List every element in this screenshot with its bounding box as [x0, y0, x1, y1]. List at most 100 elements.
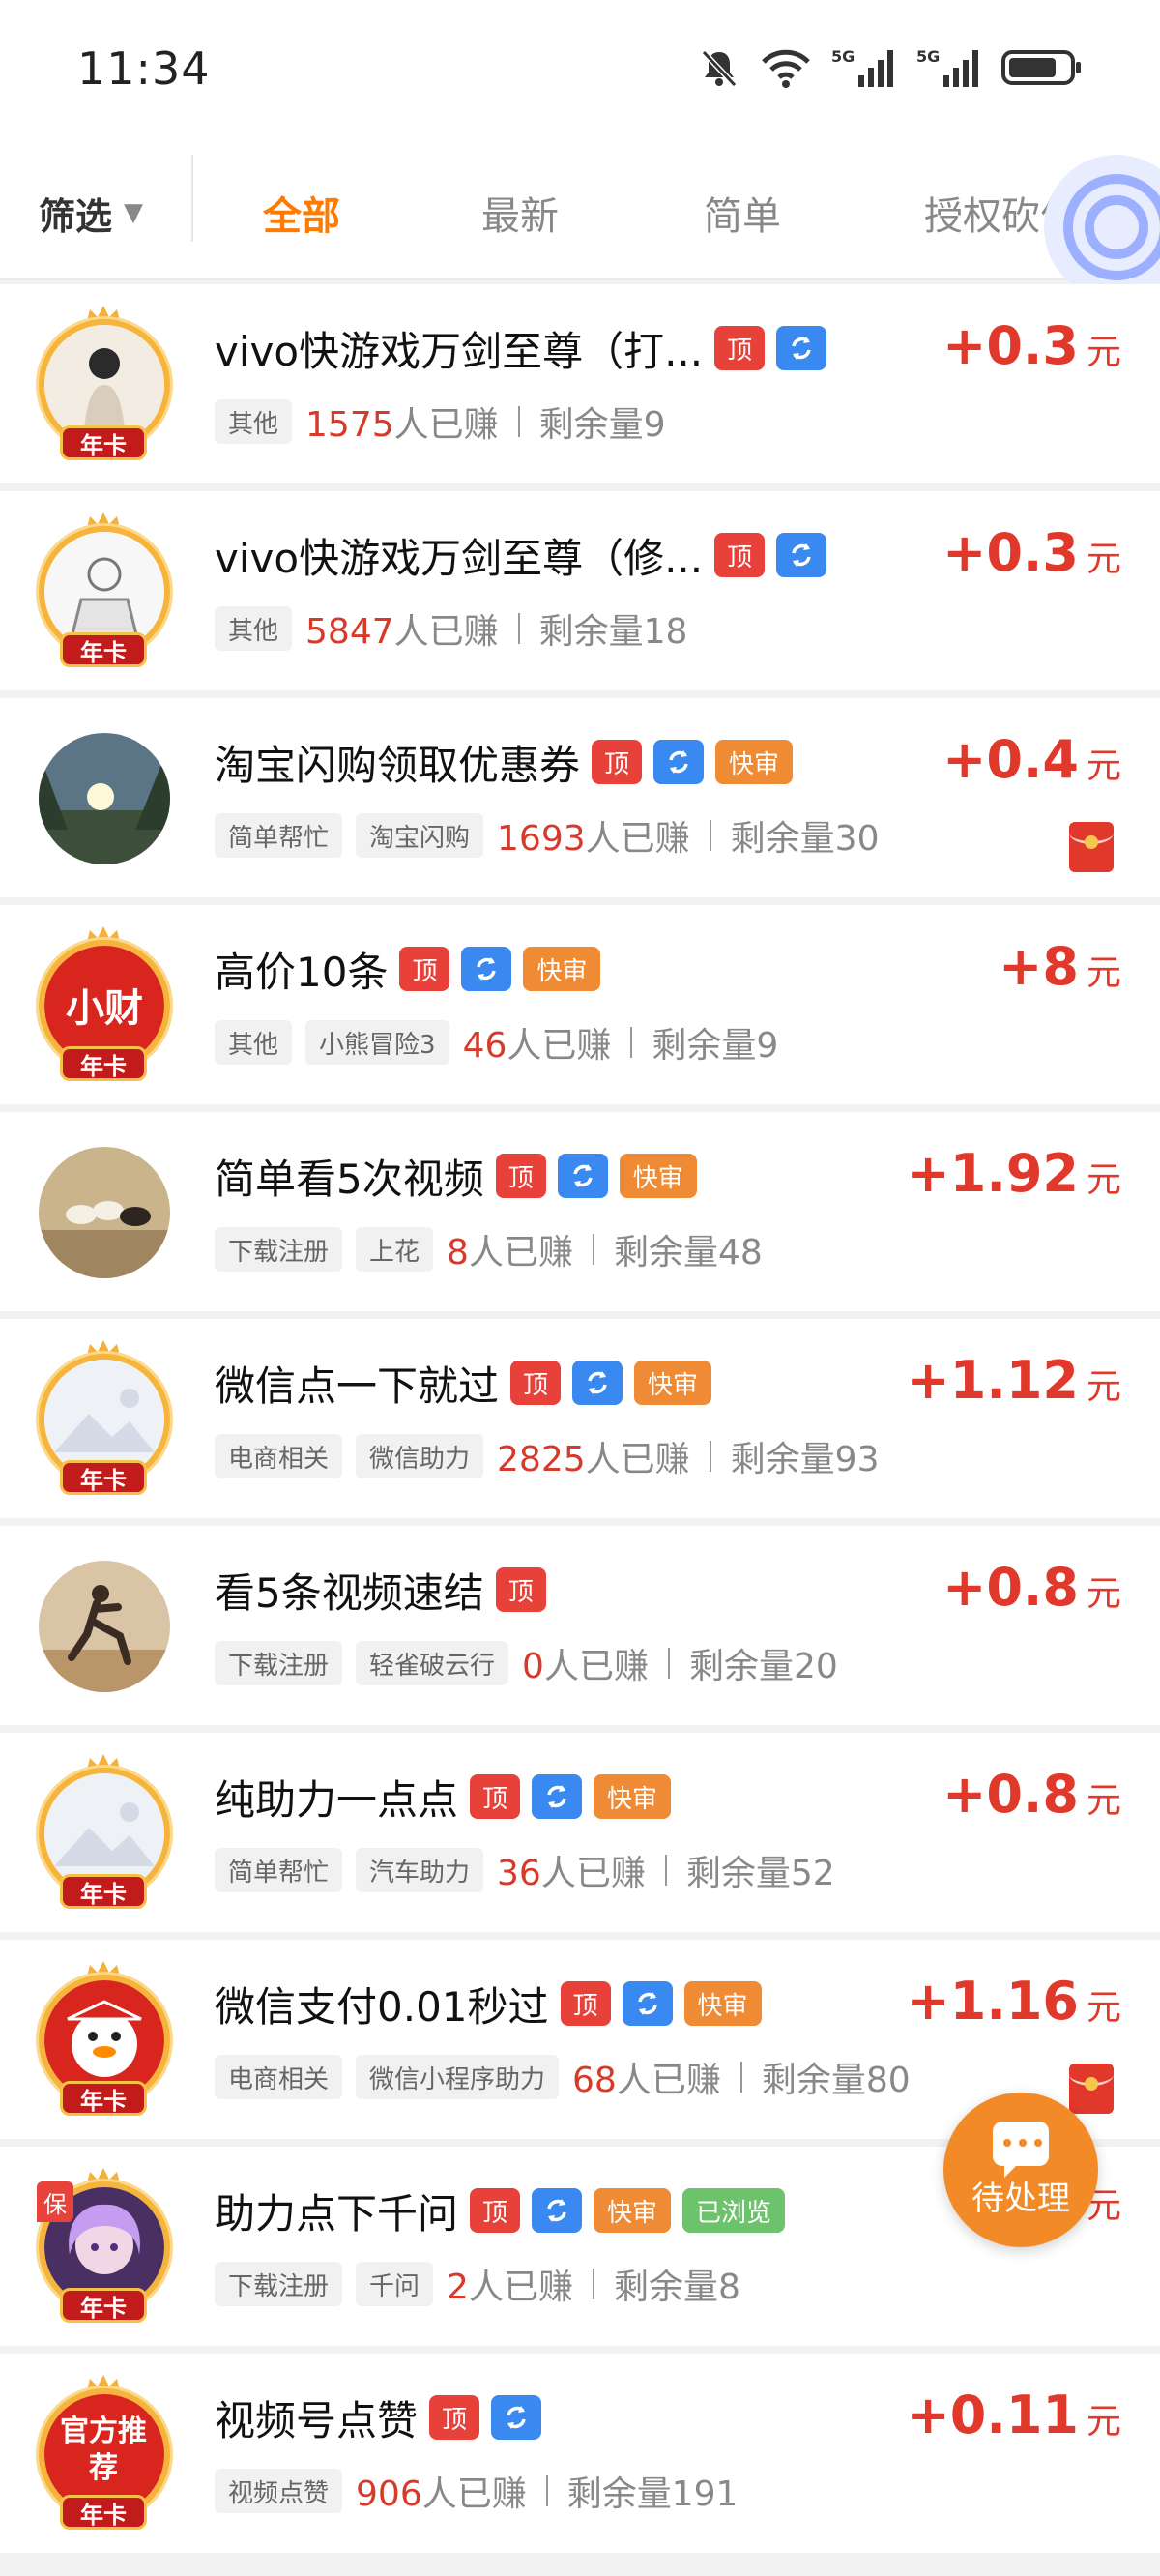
task-tag: 其他 [215, 399, 293, 444]
task-avatar [31, 719, 176, 878]
meta-separator [709, 820, 711, 851]
task-row[interactable]: 小财 年卡 高价10条顶快审其他 小熊冒险3 46 人已赚 剩余量9 +8 元 [0, 905, 1160, 1104]
task-avatar: 年卡 [31, 1340, 176, 1499]
floating-assistant-icon[interactable] [1044, 155, 1160, 300]
earned-suffix: 人已赚 [468, 2268, 573, 2307]
earned-suffix: 人已赚 [540, 1854, 646, 1893]
year-card-badge: 年卡 [60, 1874, 147, 1909]
reward-amount: +0.4 [942, 729, 1079, 790]
task-tag: 淘宝闪购 [356, 813, 484, 858]
reward-unit: 元 [1086, 1160, 1121, 1200]
earned-count: 5847 人已赚 [305, 603, 499, 654]
task-title-line: vivo快游戏万剑至尊（修... 顶 [215, 528, 827, 582]
task-row[interactable]: 淘宝闪购领取优惠券顶 快审 简单帮忙 淘宝闪购 1693 人已赚 剩余量30 +0.4 元 [0, 698, 1160, 897]
tab-simple[interactable]: 简单 [704, 168, 781, 257]
task-title: 微信支付0.01秒过 [215, 1982, 549, 2031]
task-meta: 下载注册 轻雀破云行 0 人已赚 剩余量20 [215, 1640, 838, 1686]
year-card-badge: 年卡 [60, 2288, 147, 2323]
pending-button[interactable]: 待处理 [943, 2093, 1098, 2247]
earned-number: 5847 [305, 612, 394, 652]
earned-count: 8 人已赚 [447, 1224, 573, 1274]
task-title-line: 微信点一下就过顶 快审 [215, 1356, 712, 1410]
top-badge: 顶 [470, 2188, 521, 2233]
reward: +0.4 元 [942, 729, 1121, 790]
reward-amount: +8 [999, 936, 1079, 997]
task-title-line: 高价10条顶 快审 [215, 942, 601, 996]
task-avatar [31, 1547, 176, 1706]
task-row[interactable]: 看5条视频速结顶下载注册 轻雀破云行 0 人已赚 剩余量20 +0.8 元 [0, 1526, 1160, 1725]
task-row[interactable]: 简单看5次视频顶 快审 下载注册 上花 8 人已赚 剩余量48 +1.92 元 [0, 1112, 1160, 1311]
earned-count: 0 人已赚 [522, 1638, 649, 1688]
top-badge: 顶 [429, 2395, 480, 2440]
earned-suffix: 人已赚 [421, 2474, 527, 2514]
earned-suffix: 人已赚 [393, 405, 499, 445]
task-title-line: 视频号点赞顶 [215, 2390, 542, 2444]
task-avatar [31, 1133, 176, 1292]
avatar-official-text: 官方推荐 [60, 2415, 147, 2485]
task-avatar: 小财 年卡 [31, 926, 176, 1085]
task-row[interactable]: 年卡 vivo快游戏万剑至尊（修... 顶其他 5847 人已赚 剩余量18 +0.3 元 [0, 491, 1160, 690]
top-badge: 顶 [714, 533, 766, 577]
battery-icon [1001, 50, 1081, 85]
red-envelope-icon[interactable] [1069, 2064, 1114, 2114]
earned-suffix: 人已赚 [543, 1647, 649, 1686]
task-avatar: 保年卡 [31, 2168, 176, 2327]
top-badge: 顶 [495, 1154, 546, 1198]
earned-count: 2825 人已赚 [497, 1431, 690, 1481]
mute-icon [701, 49, 738, 88]
svg-text:5G: 5G [831, 47, 855, 66]
tab-all[interactable]: 全部 [263, 168, 340, 257]
task-title-line: 助力点下千问顶 快审 已浏览 [215, 2183, 786, 2238]
top-badge: 顶 [560, 1981, 611, 2026]
reward-amount: +1.16 [906, 1971, 1079, 2032]
refresh-icon [557, 1154, 608, 1198]
task-tag: 轻雀破云行 [356, 1641, 509, 1685]
remaining-quota: 剩余量93 [730, 1440, 880, 1479]
earned-number: 46 [462, 1026, 508, 1066]
earned-count: 36 人已赚 [497, 1845, 646, 1895]
task-row[interactable]: 年卡 纯助力一点点顶 快审 简单帮忙 汽车助力 36 人已赚 剩余量52 +0.8 元 [0, 1733, 1160, 1932]
task-tag: 汽车助力 [356, 1848, 484, 1892]
task-title: 淘宝闪购领取优惠券 [215, 741, 581, 789]
task-title: 纯助力一点点 [215, 1775, 459, 1824]
task-tag: 电商相关 [215, 1434, 343, 1478]
earned-suffix: 人已赚 [468, 1233, 573, 1273]
earned-number: 2825 [497, 1440, 586, 1479]
app-root: 11:34 5G 5G 筛选 ▼ 全部 最新 简单 授权砍价 年卡 vivo快游… [0, 0, 1160, 2576]
reward-amount: +0.3 [942, 522, 1079, 583]
task-row[interactable]: 年卡 微信点一下就过顶 快审 电商相关 微信助力 2825 人已赚 剩余量93 +1.12 元 [0, 1319, 1160, 1518]
refresh-icon [532, 1774, 583, 1819]
task-avatar: 官方推荐 年卡 [31, 2375, 176, 2533]
red-envelope-icon[interactable] [1069, 822, 1114, 872]
task-tag: 电商相关 [215, 2055, 343, 2099]
task-title-line: vivo快游戏万剑至尊（打... 顶 [215, 321, 827, 375]
earned-number: 2 [447, 2268, 469, 2307]
earned-count: 2 人已赚 [447, 2259, 573, 2309]
reward-unit: 元 [1086, 1574, 1121, 1614]
tab-latest[interactable]: 最新 [481, 168, 559, 257]
reward: +0.3 元 [942, 522, 1121, 583]
task-avatar: 年卡 [31, 306, 176, 464]
reward: +8 元 [999, 936, 1121, 997]
task-avatar: 年卡 [31, 512, 176, 671]
reward-unit: 元 [1086, 953, 1121, 993]
earned-number: 36 [497, 1854, 541, 1893]
task-avatar: 年卡 [31, 1961, 176, 2120]
year-card-badge: 年卡 [60, 1046, 147, 1081]
task-row[interactable]: 官方推荐 年卡 视频号点赞顶视频点赞 906 人已赚 剩余量191 +0.11 元 [0, 2354, 1160, 2553]
refresh-icon [532, 2188, 583, 2233]
task-meta: 其他 小熊冒险3 46 人已赚 剩余量9 [215, 1019, 778, 1066]
viewed-badge: 已浏览 [682, 2188, 786, 2233]
tab-divider [191, 155, 193, 242]
signal-5g-icon: 5G [916, 47, 978, 87]
reward: +0.8 元 [942, 1764, 1121, 1825]
task-tag: 下载注册 [215, 1227, 343, 1272]
reward: +0.8 元 [942, 1557, 1121, 1618]
filter-button[interactable]: 筛选 ▼ [39, 168, 143, 257]
top-badge: 顶 [470, 1774, 521, 1819]
refresh-icon [653, 740, 705, 784]
remaining-quota: 剩余量30 [730, 819, 880, 859]
task-row[interactable]: 年卡 vivo快游戏万剑至尊（打... 顶其他 1575 人已赚 剩余量9 +0.3 元 [0, 284, 1160, 483]
reward-unit: 元 [1086, 746, 1121, 786]
remaining-quota: 剩余量48 [613, 1233, 763, 1273]
